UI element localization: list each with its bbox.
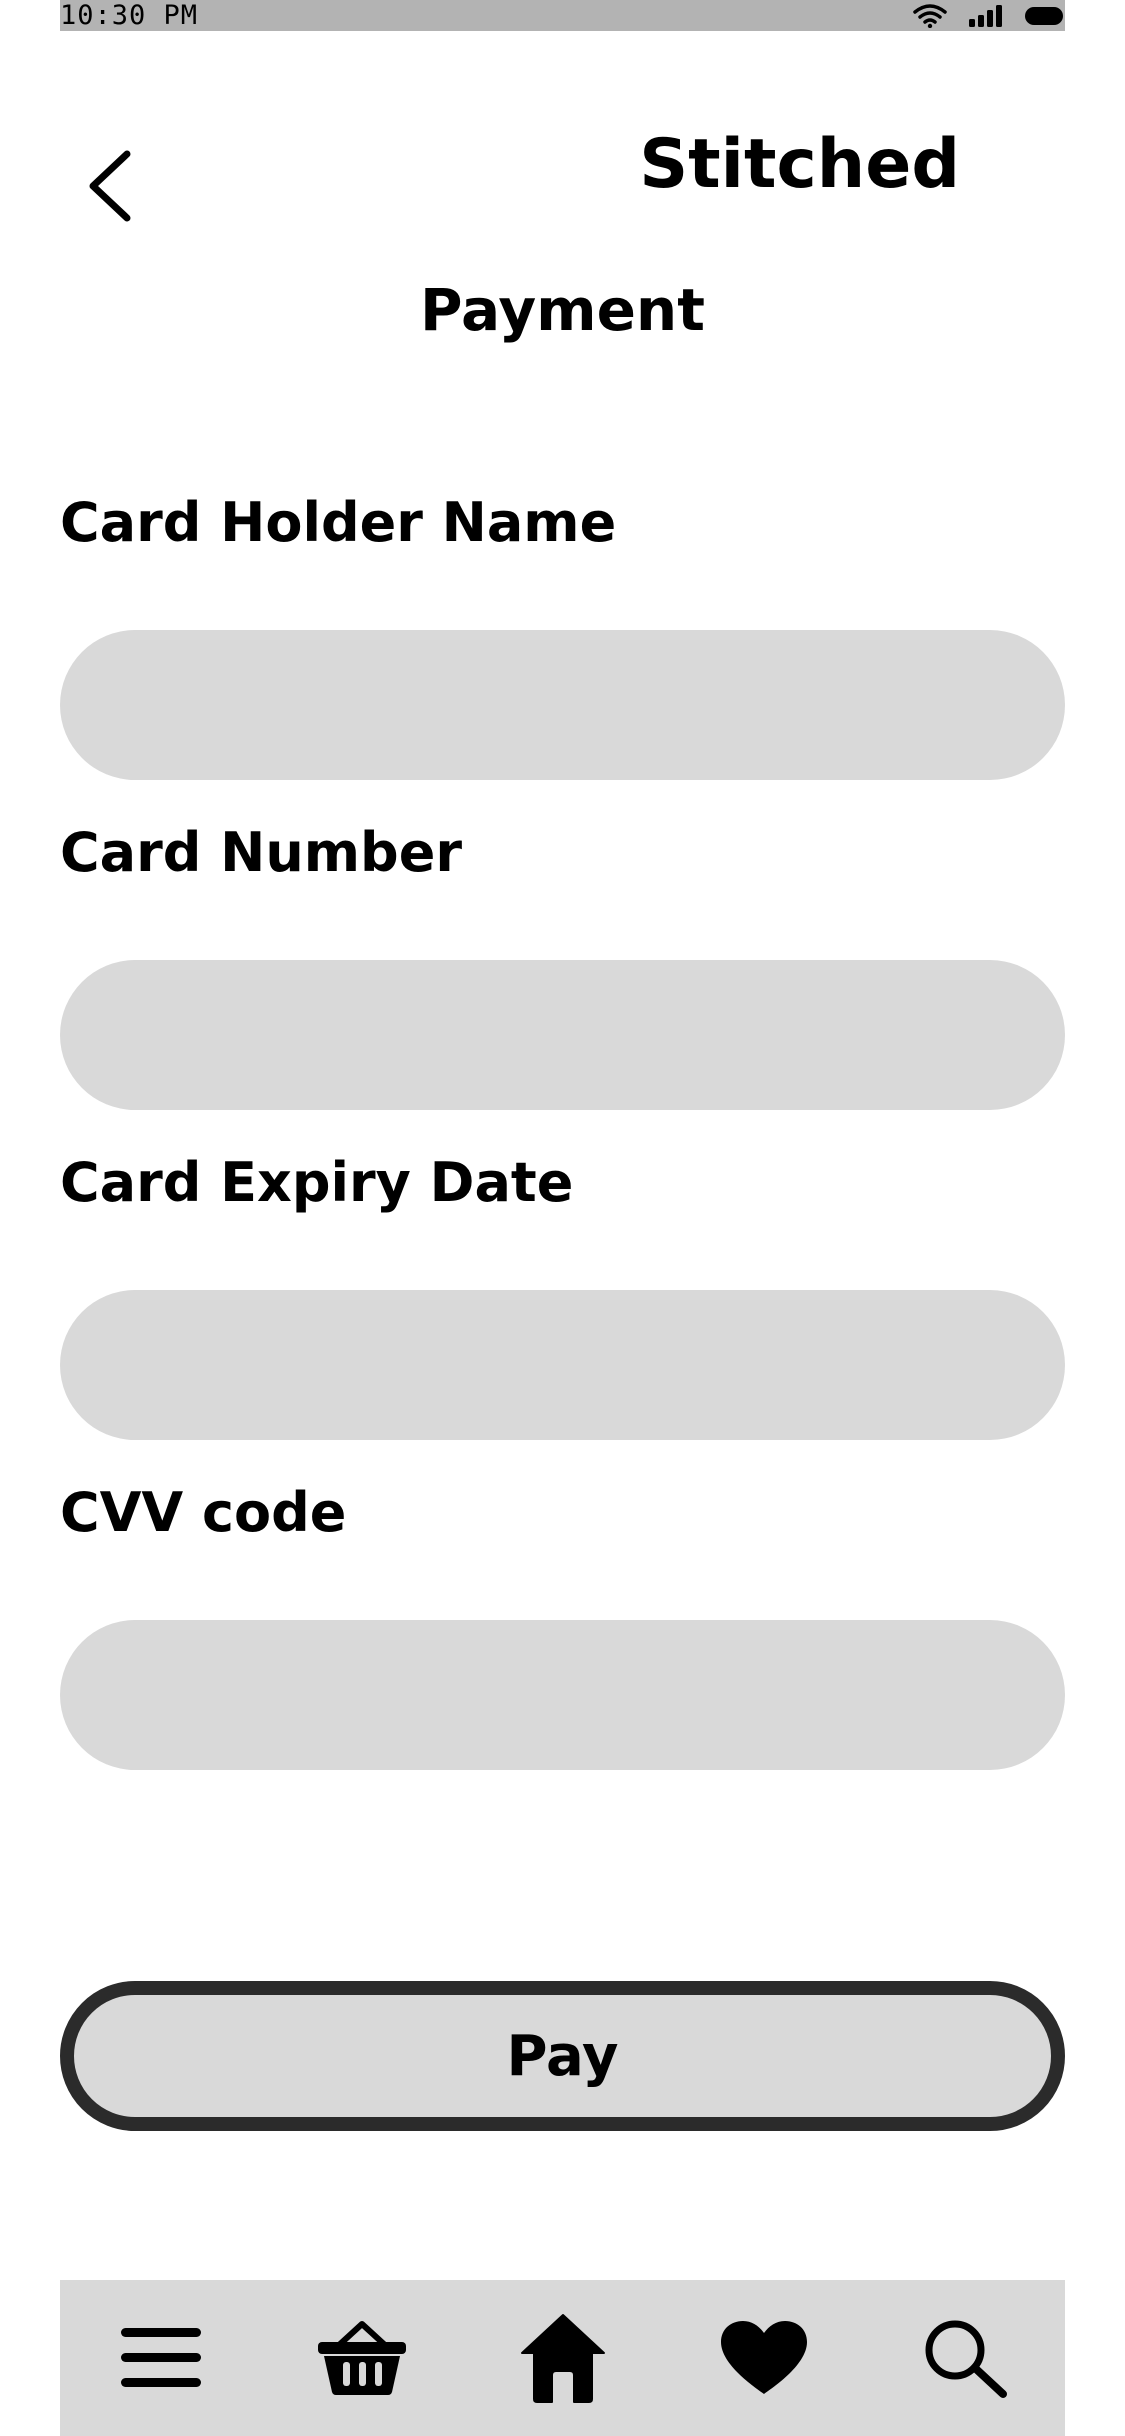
nav-favorites-button[interactable] <box>709 2303 819 2413</box>
signal-icon <box>969 4 1003 27</box>
brand-logo-text: Stitched <box>639 125 960 204</box>
pay-button-label: Pay <box>506 2023 619 2089</box>
nav-search-button[interactable] <box>910 2303 1020 2413</box>
card-number-label: Card Number <box>60 821 462 884</box>
card-expiry-date-label: Card Expiry Date <box>60 1151 574 1214</box>
cvv-code-input[interactable] <box>60 1620 1065 1770</box>
home-icon <box>520 2313 606 2403</box>
nav-basket-button[interactable] <box>307 2303 417 2413</box>
card-holder-name-input[interactable] <box>60 630 1065 780</box>
cvv-code-label: CVV code <box>60 1481 347 1544</box>
battery-icon <box>1025 6 1063 26</box>
wifi-icon <box>913 3 947 28</box>
status-bar: 10:30 PM <box>60 0 1065 31</box>
chevron-left-icon <box>87 150 133 226</box>
pay-button[interactable]: Pay <box>60 1981 1065 2131</box>
menu-icon <box>119 2324 203 2392</box>
heart-icon <box>719 2320 809 2396</box>
status-icons <box>913 3 1063 28</box>
bottom-nav <box>60 2280 1065 2436</box>
card-number-input[interactable] <box>60 960 1065 1110</box>
card-expiry-date-input[interactable] <box>60 1290 1065 1440</box>
nav-menu-button[interactable] <box>106 2303 216 2413</box>
back-button[interactable] <box>80 148 140 228</box>
card-holder-name-label: Card Holder Name <box>60 491 617 554</box>
basket-icon <box>316 2320 408 2396</box>
page-title: Payment <box>420 276 705 344</box>
search-icon <box>923 2318 1007 2398</box>
nav-home-button[interactable] <box>508 2303 618 2413</box>
status-time: 10:30 PM <box>60 0 199 31</box>
